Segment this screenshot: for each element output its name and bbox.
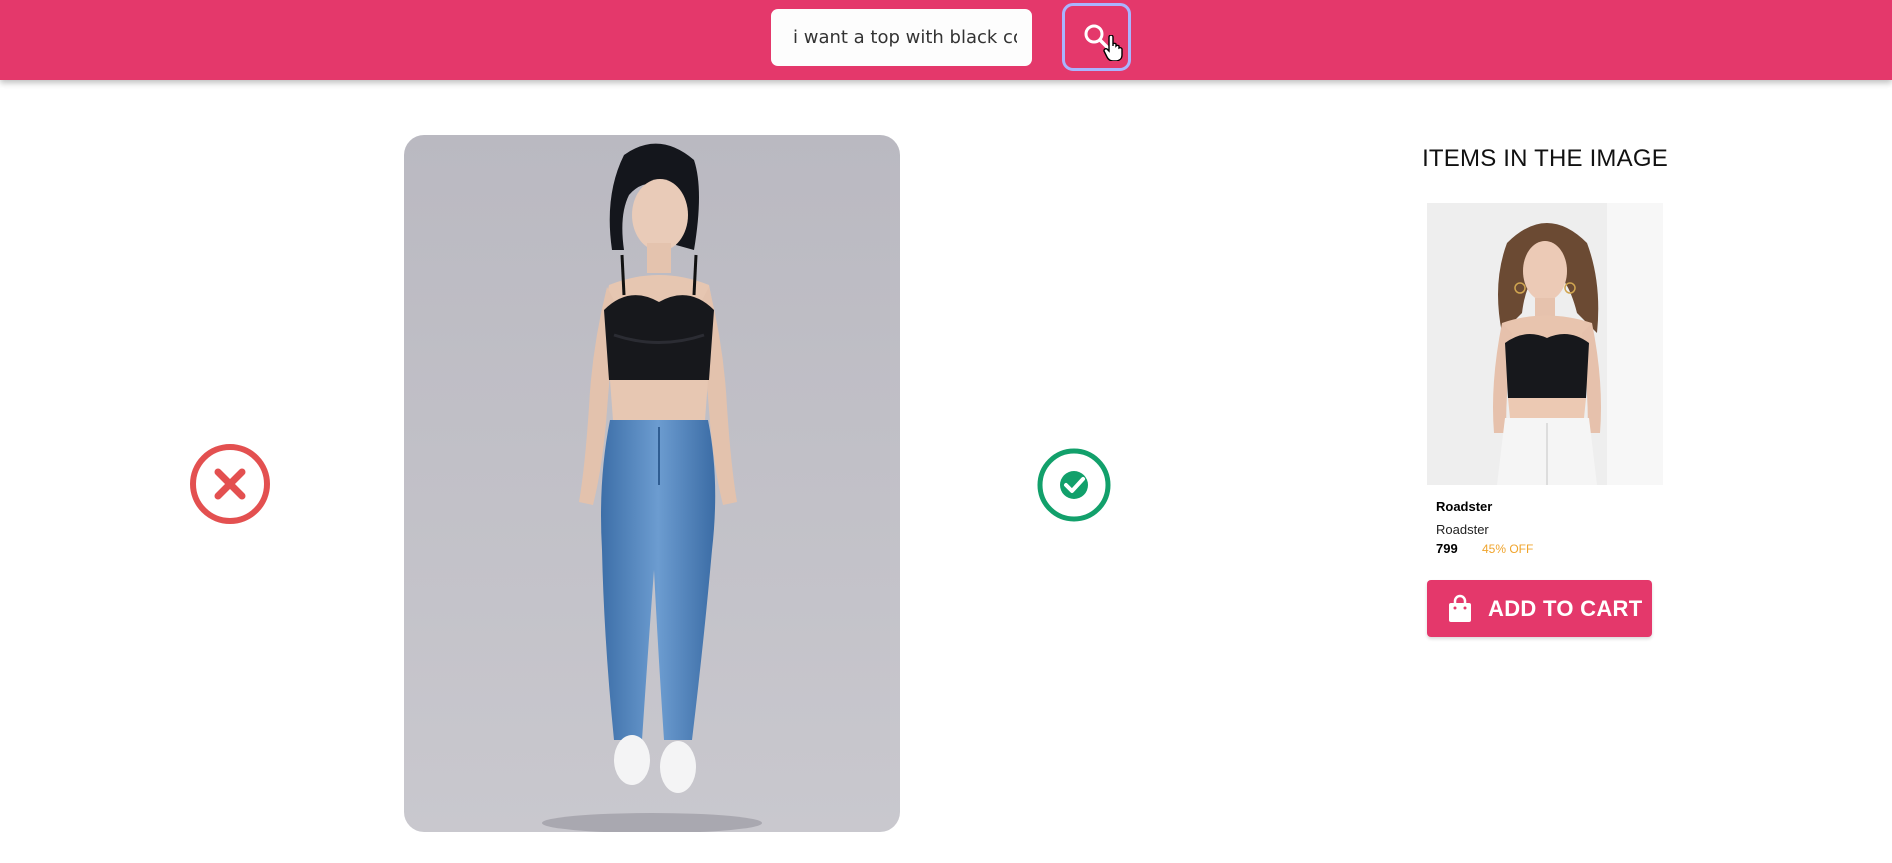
- product-name: Roadster: [1436, 522, 1489, 537]
- add-to-cart-button[interactable]: ADD TO CART: [1427, 580, 1652, 637]
- shopping-bag-icon: [1449, 594, 1471, 622]
- product-image[interactable]: [1427, 203, 1663, 485]
- reject-button[interactable]: [188, 442, 272, 526]
- items-section-title: ITEMS IN THE IMAGE: [1422, 145, 1668, 172]
- hand-cursor-icon: [1103, 35, 1123, 61]
- top-header: [0, 0, 1892, 80]
- search-input[interactable]: [771, 9, 1032, 66]
- product-brand: Roadster: [1436, 499, 1493, 514]
- product-price: 799: [1436, 541, 1458, 556]
- model-photo: [404, 135, 900, 832]
- close-icon: [190, 444, 270, 524]
- check-icon: [1037, 448, 1111, 522]
- accept-button[interactable]: [1036, 447, 1112, 523]
- product-discount: 45% OFF: [1482, 542, 1534, 556]
- add-to-cart-label: ADD TO CART: [1488, 596, 1643, 621]
